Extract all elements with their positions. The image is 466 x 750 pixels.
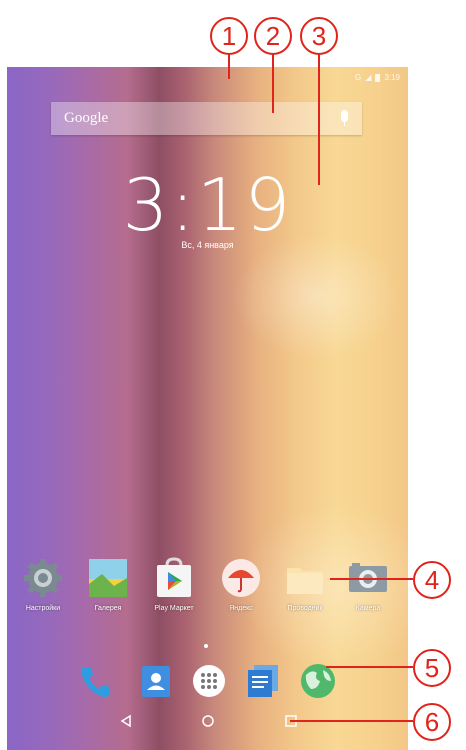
app-row: Настройки Галерея Play Маркет Яндекс Про…	[7, 556, 408, 626]
home-button[interactable]	[200, 713, 216, 734]
signal-label: G	[355, 73, 362, 82]
app-camera[interactable]: Камера	[340, 556, 396, 612]
app-explorer[interactable]: Проводник	[277, 556, 333, 612]
contacts-icon[interactable]	[134, 659, 178, 703]
clock-widget[interactable]: 3:19	[7, 163, 408, 247]
folder-icon	[283, 556, 327, 600]
callout-line-6	[290, 720, 413, 722]
play-store-icon	[152, 556, 196, 600]
callout-3: 3	[300, 17, 338, 55]
back-button[interactable]	[118, 713, 134, 734]
status-bar: G ◢ 3:19	[355, 73, 400, 82]
app-gallery[interactable]: Галерея	[80, 556, 136, 612]
app-play-market[interactable]: Play Маркет	[146, 556, 202, 612]
signal-icon: ◢	[365, 73, 372, 82]
app-settings[interactable]: Настройки	[15, 556, 71, 612]
clock-date: Вс, 4 января	[181, 240, 234, 250]
app-label: Яндекс	[229, 605, 253, 612]
recents-button[interactable]	[283, 713, 299, 734]
app-yandex[interactable]: Яндекс	[213, 556, 269, 612]
callout-1: 1	[210, 17, 248, 55]
home-screen: G ◢ 3:19 Google 3:19 Вс, 4 января Настро…	[7, 67, 408, 750]
callout-line-5	[326, 666, 413, 668]
callout-2: 2	[254, 17, 292, 55]
callout-line-3	[318, 53, 320, 185]
app-label: Настройки	[25, 605, 61, 612]
messages-icon[interactable]	[241, 659, 285, 703]
google-search-bar[interactable]: Google	[51, 102, 362, 135]
app-label: Проводник	[287, 605, 323, 612]
callout-line-1	[228, 53, 230, 79]
app-label: Галерея	[94, 605, 122, 612]
google-logo: Google	[64, 110, 109, 126]
app-label: Play Маркет	[154, 605, 194, 612]
callout-5: 5	[413, 649, 451, 687]
app-drawer-icon[interactable]	[187, 659, 231, 703]
battery-icon	[375, 73, 381, 82]
page-indicator	[204, 644, 208, 648]
microphone-icon[interactable]	[341, 110, 348, 126]
gallery-icon	[86, 556, 130, 600]
callout-6: 6	[413, 703, 451, 741]
yandex-icon	[219, 556, 263, 600]
callout-4: 4	[413, 561, 451, 599]
app-label: Камера	[355, 605, 381, 612]
phone-icon[interactable]	[74, 659, 118, 703]
callout-line-4	[330, 578, 413, 580]
gear-icon	[21, 556, 65, 600]
status-time: 3:19	[384, 73, 400, 82]
callout-line-2	[272, 53, 274, 113]
